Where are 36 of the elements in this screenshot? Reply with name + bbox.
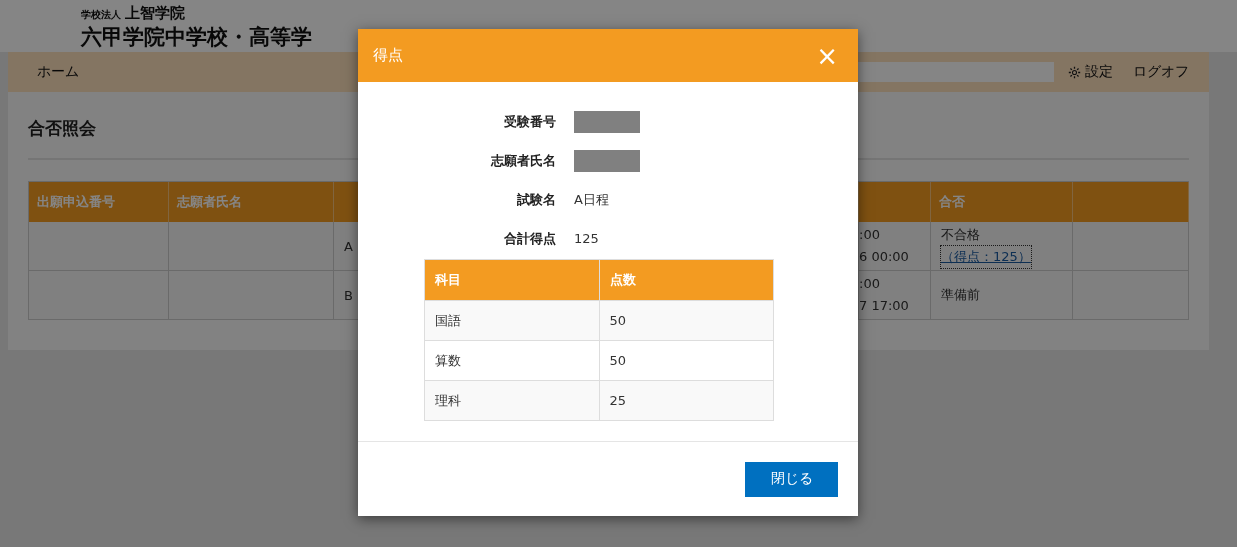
date-text: 6 00:00 (859, 248, 909, 266)
date-text: 7 17:00 (859, 297, 909, 315)
settings-icon[interactable] (1068, 65, 1081, 79)
dialog-title: 得点 (373, 46, 403, 65)
column-header: 科目 (424, 259, 599, 301)
field-value: 125 (574, 231, 599, 246)
field-label: 志願者氏名 (490, 151, 556, 170)
field-label: 合計得点 (503, 229, 556, 248)
school-name: 六甲学院中学校・高等学 (81, 24, 313, 51)
field-label: 試験名 (516, 190, 556, 209)
result-text: 不合格 (941, 226, 980, 244)
home-link[interactable]: ホーム (37, 63, 79, 81)
org-label: 学校法人 (81, 8, 121, 22)
field-label: 受験番号 (503, 112, 556, 131)
settings-link[interactable]: 設定 (1085, 63, 1113, 81)
table-cell: 25 (599, 380, 774, 421)
table-cell: 理科 (424, 380, 599, 421)
table-cell: 50 (599, 340, 774, 381)
table-cell: 算数 (424, 340, 599, 381)
column-header: 出願申込番号 (29, 182, 169, 222)
table-cell: 国語 (424, 300, 599, 341)
date-text: :00 (859, 275, 880, 293)
column-header (859, 182, 931, 222)
close-button[interactable]: 閉じる (745, 461, 838, 497)
table-cell: 50 (599, 300, 774, 341)
column-header (334, 182, 359, 222)
date-text: :00 (859, 226, 880, 244)
column-header: 合否 (931, 182, 1073, 222)
score-link[interactable]: （得点：125） (941, 246, 1031, 268)
logoff-link[interactable]: ログオフ (1133, 63, 1189, 81)
page-title: 合否照会 (28, 117, 96, 140)
column-header: 志願者氏名 (169, 182, 334, 222)
field-value: A日程 (574, 190, 609, 209)
column-header: 点数 (599, 259, 774, 301)
org-name: 上智学院 (125, 4, 185, 23)
result-text: 準備前 (941, 286, 980, 304)
